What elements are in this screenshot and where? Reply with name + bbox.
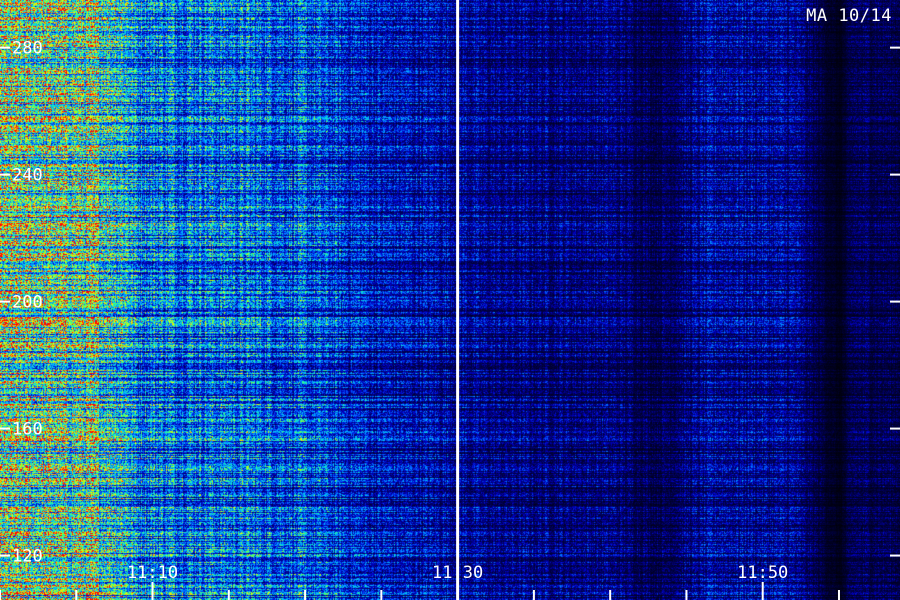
x-tick-label: 11:10 [127, 563, 178, 583]
x-tick-label: 11:50 [737, 563, 788, 583]
y-tick-label: 120 [12, 547, 43, 567]
y-tick-label: 240 [12, 166, 43, 186]
spectrogram-axes: 120 160 200 240 280 11:10 11:30 11:50 [0, 0, 900, 600]
y-tick-label: 160 [12, 420, 43, 440]
x-tick-label: 11:30 [432, 563, 483, 583]
spectrogram-panel: 120 160 200 240 280 11:10 11:30 11:50 MA 10/14 [0, 0, 900, 600]
y-tick-label: 280 [12, 39, 43, 59]
station-date-label: MA 10/14 [806, 6, 892, 26]
y-tick-label: 200 [12, 293, 43, 313]
